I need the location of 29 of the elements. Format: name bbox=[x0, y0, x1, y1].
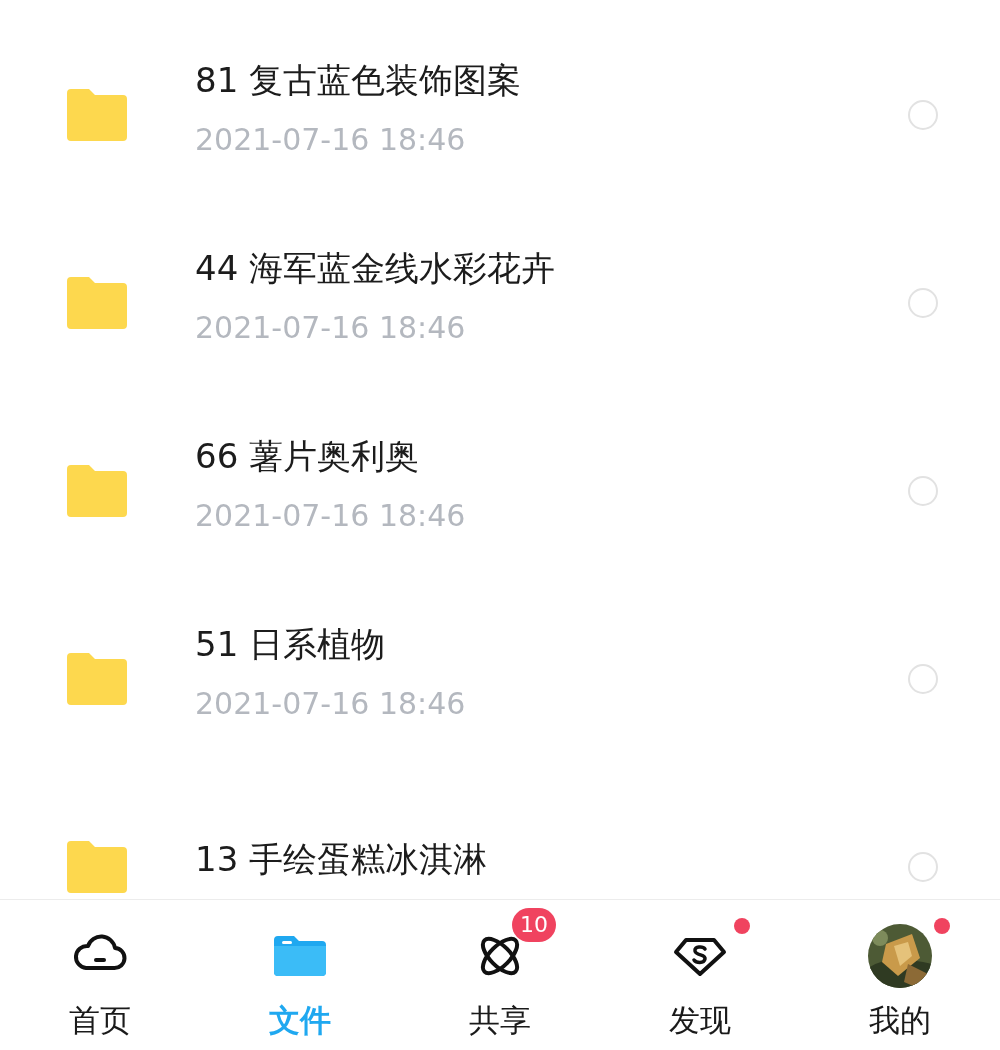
folder-name: 81 复古蓝色装饰图案 bbox=[195, 59, 523, 102]
tab-item[interactable]: 发现 bbox=[600, 900, 800, 1050]
folder-name: 44 海军蓝金线水彩花卉 bbox=[195, 247, 557, 290]
select-circle[interactable] bbox=[908, 100, 938, 130]
folder-name: 51 日系植物 bbox=[195, 623, 387, 666]
folder-row[interactable]: 51 日系植物 2021-07-16 18:46 bbox=[0, 585, 1000, 773]
count-badge: 10 bbox=[512, 908, 556, 943]
select-circle[interactable] bbox=[908, 476, 938, 506]
folder-icon bbox=[67, 277, 127, 329]
select-circle[interactable] bbox=[908, 852, 938, 882]
tab-item[interactable]: 首页 bbox=[0, 900, 200, 1050]
tab-item[interactable]: 10 共享 bbox=[400, 900, 600, 1050]
select-circle[interactable] bbox=[908, 288, 938, 318]
select-circle[interactable] bbox=[908, 664, 938, 694]
folder-icon bbox=[67, 841, 127, 893]
folder-name: 13 手绘蛋糕冰淇淋 bbox=[195, 837, 489, 881]
folder-date: 2021-07-16 18:46 bbox=[195, 498, 467, 533]
folder-icon bbox=[67, 653, 127, 705]
folder-date: 2021-07-16 18:46 bbox=[195, 122, 467, 157]
folder-name: 66 薯片奥利奥 bbox=[195, 435, 421, 478]
tab-item[interactable]: 我的 bbox=[800, 900, 1000, 1050]
folder-date: 2021-07-16 18:46 bbox=[195, 310, 467, 345]
folder-row[interactable]: 81 复古蓝色装饰图案 2021-07-16 18:46 bbox=[0, 21, 1000, 209]
folder-icon bbox=[67, 465, 127, 517]
folder-row[interactable]: 13 手绘蛋糕冰淇淋 bbox=[0, 773, 1000, 900]
folder-row[interactable]: 44 海军蓝金线水彩花卉 2021-07-16 18:46 bbox=[0, 209, 1000, 397]
folder-row[interactable]: 66 薯片奥利奥 2021-07-16 18:46 bbox=[0, 397, 1000, 585]
folder-date: 2021-07-16 18:46 bbox=[195, 686, 467, 721]
folder-icon bbox=[67, 89, 127, 141]
